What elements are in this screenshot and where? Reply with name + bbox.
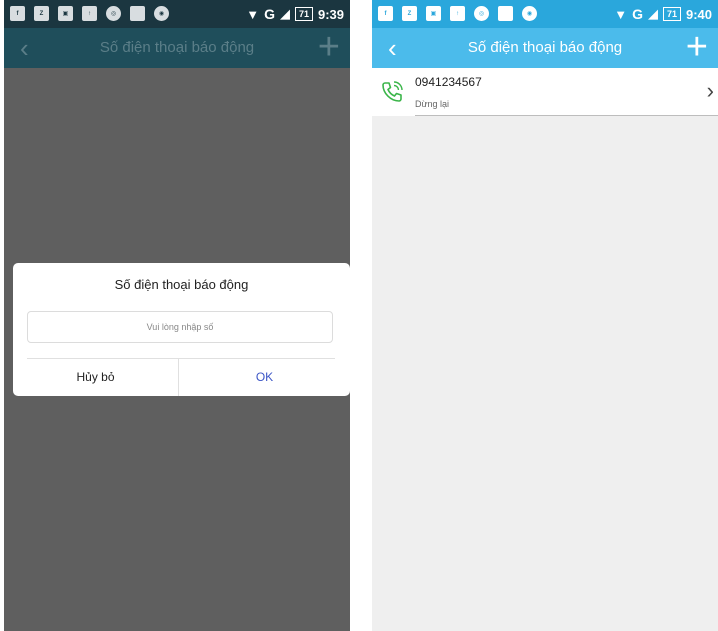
chevron-right-icon[interactable]: › [707,78,714,104]
status-time: 9:40 [685,6,712,22]
battery-level: 71 [294,7,313,21]
gallery-icon: ▣ [58,6,73,21]
app-icon [498,6,513,21]
eye-icon: ◉ [522,6,537,21]
signal-icon: ◢ [279,6,290,21]
network-type: G [264,6,275,22]
status-time: 9:39 [317,6,344,22]
status-bar: f Z ▣ ↑ ◎ ◉ ▼ G ◢ 71 9:40 [372,0,718,28]
upload-icon: ↑ [82,6,97,21]
dialog-title: Số điện thoại báo động [114,277,249,292]
signal-icon: ◢ [647,6,658,21]
phone-number: 0941234567 [415,75,482,89]
list-item[interactable]: 0941234567 Dừng lại › [372,68,718,116]
app-icon [130,6,145,21]
right-screen: f Z ▣ ↑ ◎ ◉ ▼ G ◢ 71 9:40 ‹ Số điện thoạ… [372,0,718,631]
phone-number-input[interactable]: Vui lòng nhập số [27,311,333,343]
app-bar: ‹ Số điện thoại báo động + [4,28,350,68]
divider [415,115,718,116]
gallery-icon: ▣ [426,6,441,21]
zalo-icon: Z [402,6,417,21]
network-type: G [632,6,643,22]
chrome-icon: ◎ [474,6,489,21]
item-status: Dừng lại [415,99,450,109]
page-title: Số điện thoại báo động [99,39,255,56]
ok-button[interactable]: OK [179,359,350,396]
wifi-icon: ▼ [614,6,628,22]
zalo-icon: Z [34,6,49,21]
upload-icon: ↑ [450,6,465,21]
status-icons: f Z ▣ ↑ ◎ ◉ [378,6,537,21]
chrome-icon: ◎ [106,6,121,21]
status-icons: f Z ▣ ↑ ◎ ◉ [10,6,169,21]
app-bar: ‹ Số điện thoại báo động + [372,28,718,68]
facebook-icon: f [10,6,25,21]
add-number-dialog: Số điện thoại báo động Vui lòng nhập số … [13,263,350,396]
wifi-icon: ▼ [246,6,260,22]
eye-icon: ◉ [154,6,169,21]
left-screen: f Z ▣ ↑ ◎ ◉ ▼ G ◢ 71 9:39 ‹ Số điện thoạ… [4,0,350,631]
add-icon[interactable]: + [318,28,340,66]
facebook-icon: f [378,6,393,21]
page-title: Số điện thoại báo động [467,39,623,56]
status-bar: f Z ▣ ↑ ◎ ◉ ▼ G ◢ 71 9:39 [4,0,350,28]
add-icon[interactable]: + [686,28,708,66]
status-right: ▼ G ◢ 71 9:40 [614,6,712,22]
phone-call-icon [380,80,404,109]
cancel-button[interactable]: Hủy bỏ [13,359,178,396]
battery-level: 71 [662,7,681,21]
status-right: ▼ G ◢ 71 9:39 [246,6,344,22]
